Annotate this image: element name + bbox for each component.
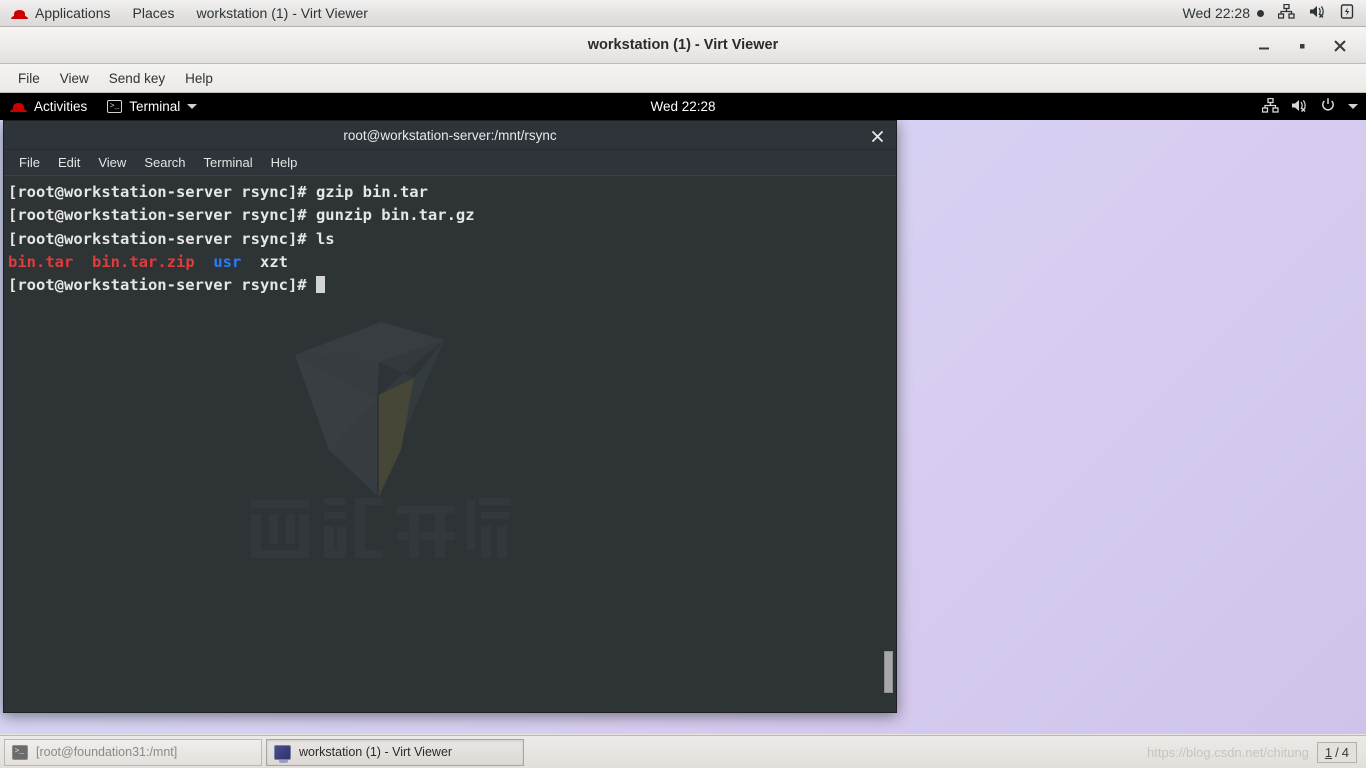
watermark-logo-icon (251, 322, 511, 558)
terminal-menu-help[interactable]: Help (262, 150, 307, 176)
minimize-button[interactable] (1256, 38, 1272, 54)
terminal-prompt: [root@workstation-server rsync]# (8, 276, 316, 295)
pager-separator: / (1335, 744, 1339, 760)
ls-entry-bin-tar-zip: bin.tar.zip (92, 252, 195, 271)
activities-button[interactable]: Activities (0, 93, 97, 120)
virt-viewer-title: workstation (1) - Virt Viewer (587, 37, 779, 53)
host-panel-status-area[interactable]: Wed 22:28 (1183, 3, 1366, 22)
chevron-down-icon[interactable] (1348, 104, 1358, 109)
terminal-line: bin.tar bin.tar.zip usr xzt (8, 253, 288, 271)
terminal-line: [root@workstation-server rsync]# gzip bi… (8, 183, 428, 201)
guest-desktop: Activities >_ Terminal Wed 22:28 root@wo… (0, 93, 1366, 734)
terminal-menubar: File Edit View Search Terminal Help (4, 150, 896, 176)
host-clock-label: Wed 22:28 (1182, 5, 1250, 21)
terminal-command: ls (315, 229, 335, 248)
ls-entry-bin-tar: bin.tar (8, 252, 74, 271)
terminal-prompt: [root@workstation-server rsync]# (8, 229, 316, 248)
virt-viewer-menubar: File View Send key Help (0, 64, 1366, 93)
app-menu-terminal[interactable]: >_ Terminal (97, 93, 207, 120)
guest-clock-label: Wed 22:28 (650, 99, 716, 114)
host-top-panel: Applications Places workstation (1) - Vi… (0, 0, 1366, 27)
places-menu[interactable]: Places (122, 0, 186, 27)
terminal-titlebar: root@workstation-server:/mnt/rsync (4, 121, 896, 150)
terminal-command: gunzip bin.tar.gz (315, 206, 475, 225)
display-icon (274, 744, 291, 763)
terminal-line: [root@workstation-server rsync]# gunzip … (8, 206, 475, 224)
terminal-output[interactable]: [root@workstation-server rsync]# gzip bi… (4, 176, 896, 297)
terminal-scrollbar-thumb[interactable] (884, 651, 893, 693)
terminal-command: gzip bin.tar (315, 183, 428, 201)
host-taskbar: >_ [root@foundation31:/mnt] workstation … (0, 735, 1366, 768)
taskbar-item-label: [root@foundation31:/mnt] (36, 745, 178, 759)
app-menu-label: Terminal (129, 99, 181, 114)
ls-entry-usr: usr (213, 252, 242, 271)
activities-label: Activities (34, 99, 88, 114)
terminal-prompt: [root@workstation-server rsync]# (8, 206, 316, 225)
network-wired-icon[interactable] (1277, 3, 1295, 22)
terminal-window: root@workstation-server:/mnt/rsync File … (3, 120, 897, 713)
battery-icon[interactable] (1340, 4, 1354, 22)
terminal-icon: >_ (107, 100, 123, 113)
terminal-icon: >_ (12, 744, 28, 760)
applications-label: Applications (35, 5, 111, 21)
terminal-menu-search[interactable]: Search (135, 150, 194, 176)
virt-viewer-titlebar: workstation (1) - Virt Viewer (0, 27, 1366, 64)
applications-menu[interactable]: Applications (0, 0, 122, 27)
virt-viewer-window-controls (1256, 27, 1358, 64)
terminal-body[interactable]: [root@workstation-server rsync]# gzip bi… (4, 176, 896, 712)
menu-view[interactable]: View (50, 64, 99, 93)
volume-muted-icon[interactable] (1291, 98, 1308, 116)
workspace-pager[interactable]: 1 / 4 (1316, 741, 1357, 763)
taskbar-item-label: workstation (1) - Virt Viewer (299, 745, 453, 759)
taskbar-item-virt-viewer[interactable]: workstation (1) - Virt Viewer (266, 738, 524, 766)
menu-send-key[interactable]: Send key (99, 64, 175, 93)
terminal-prompt: [root@workstation-server rsync]# (8, 183, 316, 201)
places-label: Places (132, 5, 175, 21)
host-clock[interactable]: Wed 22:28 (1183, 5, 1264, 21)
menu-file[interactable]: File (8, 64, 50, 93)
maximize-button[interactable] (1294, 38, 1310, 54)
terminal-menu-file[interactable]: File (10, 150, 49, 176)
terminal-menu-view[interactable]: View (89, 150, 135, 176)
guest-top-panel: Activities >_ Terminal Wed 22:28 (0, 93, 1366, 120)
red-hat-logo-icon (10, 100, 27, 113)
notification-dot-icon (1257, 9, 1264, 17)
terminal-title: root@workstation-server:/mnt/rsync (343, 127, 557, 143)
terminal-close-button[interactable] (868, 127, 886, 145)
terminal-menu-terminal[interactable]: Terminal (195, 150, 262, 176)
virt-viewer-window: workstation (1) - Virt Viewer File View … (0, 27, 1366, 735)
host-window-title[interactable]: workstation (1) - Virt Viewer (186, 0, 379, 27)
network-wired-icon[interactable] (1261, 97, 1279, 116)
close-button[interactable] (1332, 38, 1348, 54)
guest-status-area[interactable] (1261, 93, 1358, 120)
terminal-line: [root@workstation-server rsync]# (8, 276, 325, 294)
host-window-title-label: workstation (1) - Virt Viewer (196, 5, 368, 21)
terminal-cursor (315, 276, 325, 294)
csdn-watermark: https://blog.csdn.net/chitung (1147, 744, 1309, 760)
power-icon[interactable] (1320, 97, 1336, 116)
taskbar-item-foundation-terminal[interactable]: >_ [root@foundation31:/mnt] (4, 738, 262, 766)
pager-total: 4 (1341, 744, 1349, 760)
chevron-down-icon (187, 104, 198, 109)
volume-muted-icon[interactable] (1309, 4, 1326, 22)
terminal-line: [root@workstation-server rsync]# ls (8, 230, 335, 248)
terminal-menu-edit[interactable]: Edit (49, 150, 89, 176)
menu-help[interactable]: Help (175, 64, 223, 93)
ls-entry-xzt: xzt (260, 252, 288, 271)
red-hat-logo-icon (11, 7, 28, 20)
terminal-scrollbar[interactable] (881, 176, 895, 712)
pager-current: 1 (1324, 744, 1333, 760)
